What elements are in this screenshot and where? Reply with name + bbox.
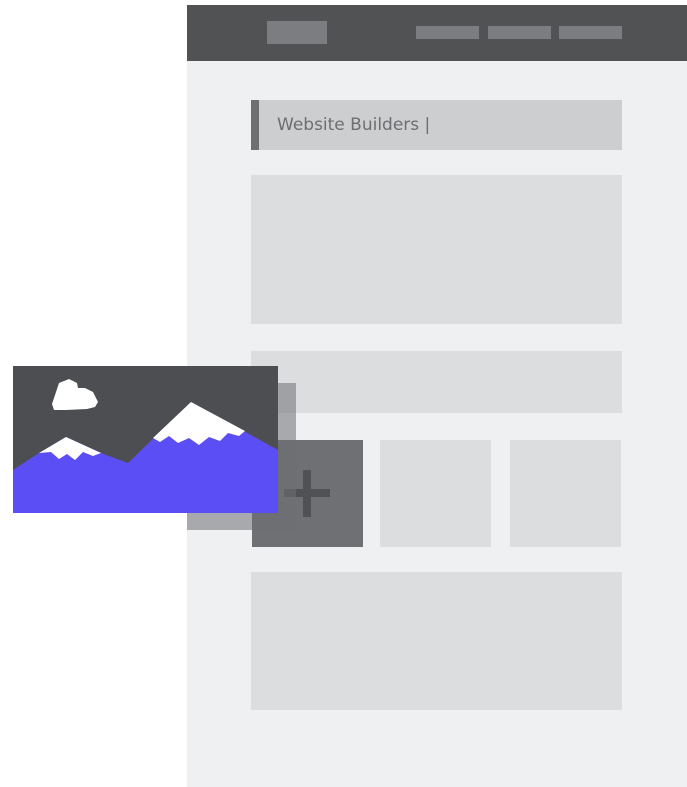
site-logo-placeholder[interactable] [267,21,327,44]
nav-item-1[interactable] [416,26,479,39]
content-tile-3 [510,440,621,547]
content-band-placeholder [251,351,622,413]
nav-item-3[interactable] [559,26,622,39]
draggable-image-card[interactable] [13,366,278,513]
search-input-text: Website Builders | [277,115,431,135]
search-input-accent [251,100,259,150]
content-tile-2 [380,440,491,547]
landscape-image-icon [13,366,278,513]
nav-item-2[interactable] [488,26,551,39]
search-input[interactable]: Website Builders | [251,100,622,150]
footer-block-placeholder [251,572,622,710]
hero-block-placeholder [251,175,622,324]
